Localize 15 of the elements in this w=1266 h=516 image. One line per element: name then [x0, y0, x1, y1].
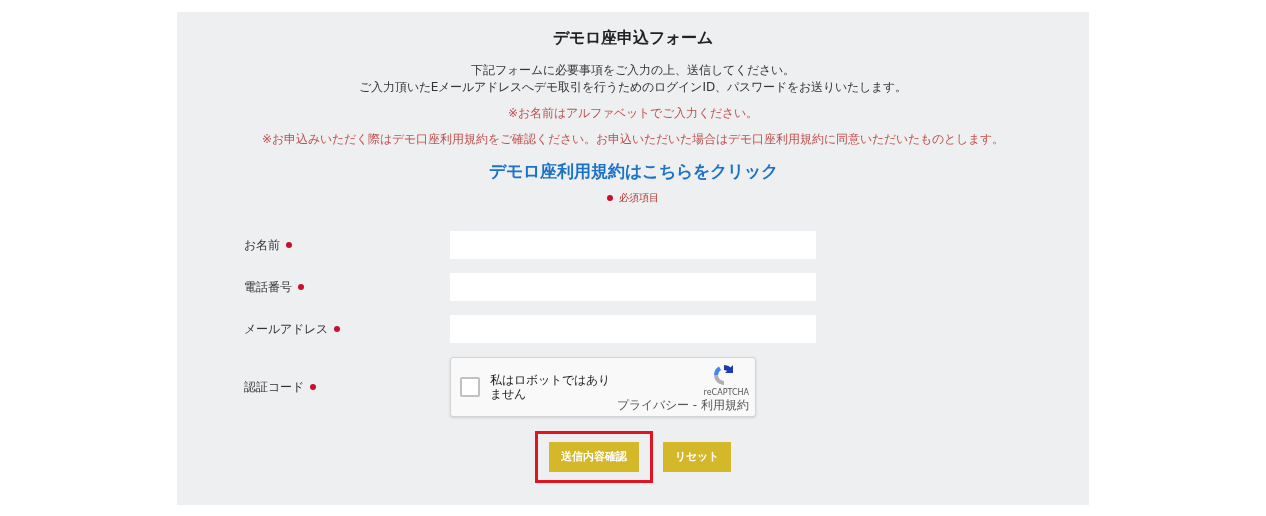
- field-label: お名前: [244, 237, 280, 254]
- form-title: デモロ座申込フォーム: [553, 28, 713, 48]
- field-label: 電話番号: [244, 279, 292, 296]
- notice-text: ※お名前はアルファベットでご入力ください。: [507, 105, 759, 122]
- field-label: メールアドレス: [244, 321, 328, 338]
- notice-text: ※お申込みいただく際はデモ口座利用規約をご確認ください。お申込いただいた場合はデモ口座利用規約に同意いただいたものとします。: [261, 131, 1005, 148]
- field-label: 認証コード: [244, 379, 304, 396]
- captcha-checkbox[interactable]: [460, 377, 480, 397]
- captcha-footer-links[interactable]: プライバシー - 利用規約: [617, 398, 749, 412]
- captcha-brand: reCAPTCHA: [703, 388, 749, 398]
- required-legend: 必須項目: [619, 190, 659, 205]
- captcha-label: 私はロボットではありません: [490, 373, 611, 401]
- intro-text: ご入力頂いたEメールアドレスへデモ取引を行うためのログインID、パスワードをお送りいたします。: [358, 79, 908, 96]
- intro-text: 下記フォームに必要事項をご入力の上、送信してください。: [471, 62, 795, 79]
- terms-link[interactable]: デモロ座利用規約はこちらをクリック: [488, 160, 778, 182]
